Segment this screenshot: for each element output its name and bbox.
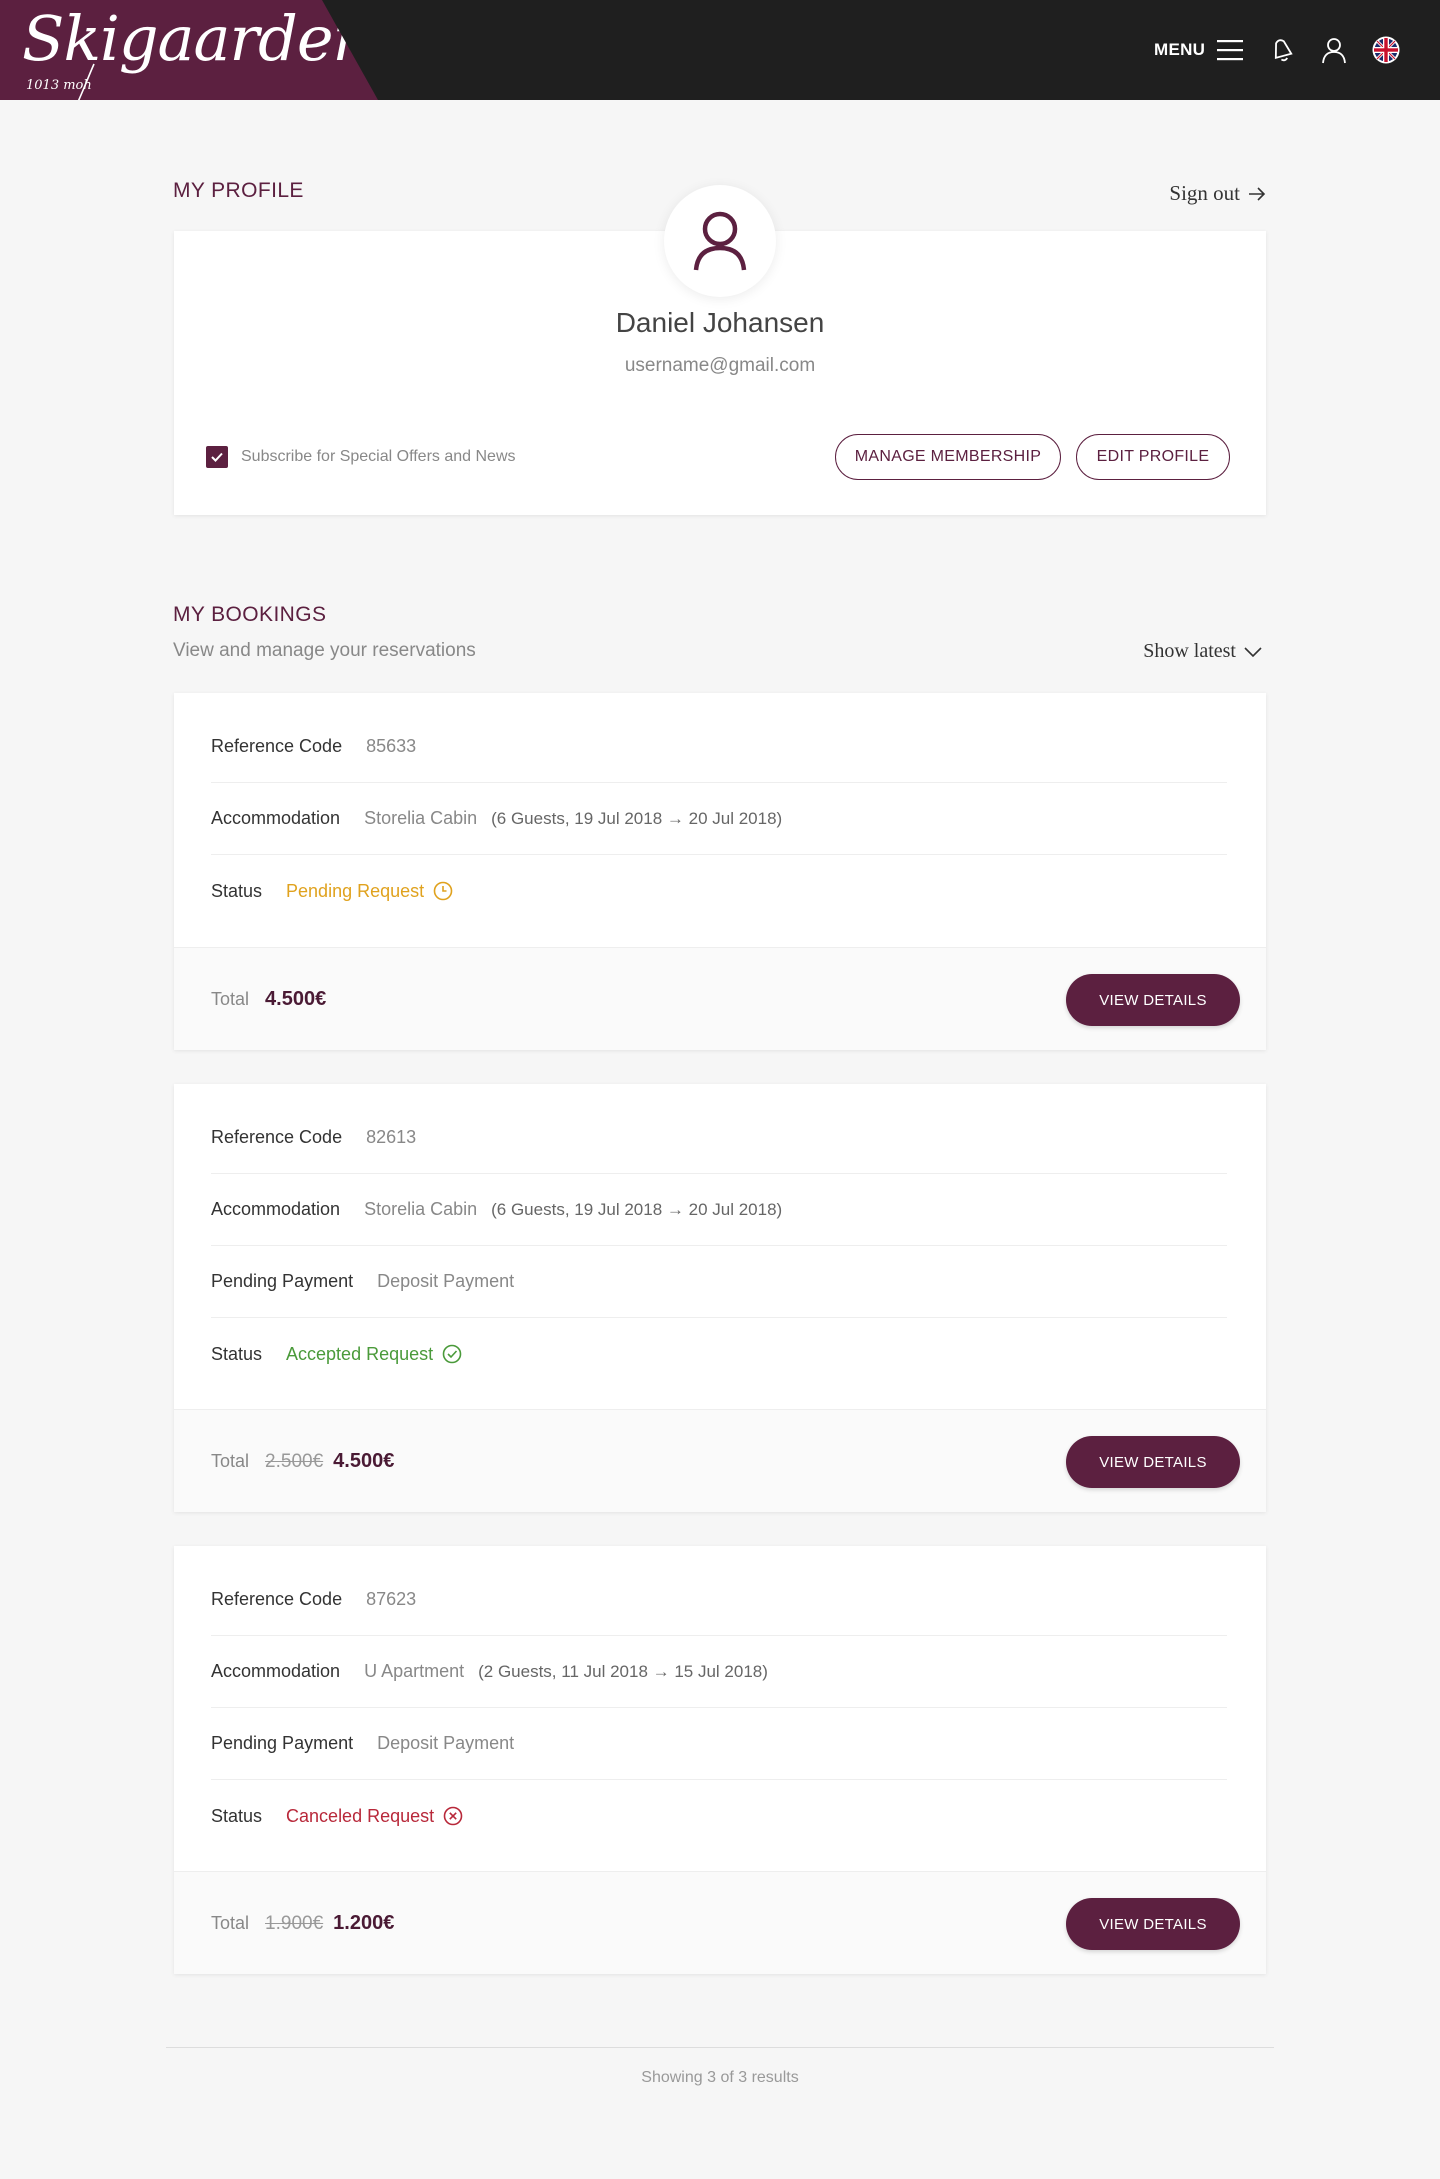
status-label: Status: [211, 1343, 263, 1364]
accommodation-row: Accommodation Storelia Cabin (6 Guests, …: [211, 1174, 1227, 1246]
total: Total 1.900€ 1.200€: [211, 1872, 394, 1975]
accommodation-row: Accommodation Storelia Cabin (6 Guests, …: [211, 783, 1227, 855]
pending-payment-label: Pending Payment: [211, 1733, 354, 1753]
menu-icon: [1217, 40, 1244, 61]
sort-label: Show latest: [1143, 640, 1236, 662]
brand-panel[interactable]: Skigaarden 1013 moh: [0, 0, 378, 100]
arrow-right-icon: [1249, 186, 1266, 201]
reference-label: Reference Code: [211, 1127, 343, 1147]
checkbox-checked[interactable]: [206, 446, 228, 468]
total: Total 4.500€: [211, 948, 326, 1051]
view-details-button[interactable]: VIEW DETAILS: [1066, 1898, 1240, 1950]
status-text: Canceled Request: [286, 1805, 435, 1826]
status-row: Status Pending Request: [211, 855, 1227, 927]
subscribe-checkbox[interactable]: Subscribe for Special Offers and News: [206, 446, 516, 468]
total-price: 4.500€: [265, 988, 327, 1010]
bookings-subtitle: View and manage your reservations: [173, 640, 476, 661]
booking-footer: Total 4.500€ VIEW DETAILS: [174, 947, 1266, 1050]
reference-row: Reference Code 85633: [211, 711, 1227, 783]
manage-membership-button[interactable]: MANAGE MEMBERSHIP: [835, 434, 1061, 480]
menu-label: MENU: [1154, 40, 1206, 59]
accommodation-details: (2 Guests, 11 Jul 2018 → 15 Jul 2018): [478, 1661, 768, 1681]
top-header: Skigaarden 1013 moh MENU: [0, 0, 1440, 100]
reference-label: Reference Code: [211, 736, 343, 756]
logo-tagline: 1013 moh: [26, 78, 92, 93]
original-price: 2.500€: [265, 1450, 324, 1472]
status-value: Pending Request: [286, 881, 453, 902]
pagination-summary: Showing 3 of 3 results: [641, 2069, 799, 2086]
subscribe-label: Subscribe for Special Offers and News: [241, 448, 516, 465]
status-label: Status: [211, 1805, 263, 1826]
notifications-button[interactable]: [1266, 34, 1298, 66]
status-label: Status: [211, 880, 263, 901]
menu-button[interactable]: MENU: [1154, 36, 1244, 64]
avatar: [664, 185, 776, 297]
bell-icon: [1274, 39, 1293, 62]
sign-out-label: Sign out: [1169, 181, 1240, 205]
pending-payment-row: Pending Payment Deposit Payment: [211, 1246, 1227, 1318]
clock-icon: [433, 881, 453, 901]
original-price: 1.900€: [265, 1912, 324, 1934]
status-text: Accepted Request: [286, 1343, 434, 1364]
accommodation-value: U Apartment: [364, 1661, 465, 1681]
booking-footer: Total 1.900€ 1.200€ VIEW DETAILS: [174, 1871, 1266, 1974]
user-avatar-icon: [693, 211, 747, 271]
status-text: Pending Request: [286, 880, 425, 901]
language-button[interactable]: [1370, 34, 1402, 66]
accommodation-row: Accommodation U Apartment (2 Guests, 11 …: [211, 1636, 1227, 1708]
booking-card: Reference Code 87623 Accommodation U Apa…: [174, 1546, 1266, 1974]
reference-value: 87623: [366, 1589, 417, 1609]
accommodation-value: Storelia Cabin: [364, 808, 478, 828]
booking-card: Reference Code 85633 Accommodation Store…: [174, 693, 1266, 1050]
total-price: 1.200€: [333, 1912, 395, 1934]
profile-section-title: MY PROFILE: [173, 179, 304, 202]
reference-value: 85633: [366, 736, 417, 756]
booking-footer: Total 2.500€ 4.500€ VIEW DETAILS: [174, 1409, 1266, 1512]
status-value: Accepted Request: [286, 1344, 462, 1365]
user-icon: [1322, 38, 1346, 64]
reference-value: 82613: [366, 1127, 417, 1147]
total-price: 4.500€: [333, 1450, 395, 1472]
view-details-button[interactable]: VIEW DETAILS: [1066, 1436, 1240, 1488]
status-value: Canceled Request: [286, 1806, 463, 1827]
accommodation-value: Storelia Cabin: [364, 1199, 478, 1219]
status-row: Status Accepted Request: [211, 1318, 1227, 1390]
accommodation-details: (6 Guests, 19 Jul 2018 → 20 Jul 2018): [491, 1199, 783, 1219]
account-button[interactable]: [1318, 34, 1350, 66]
reference-row: Reference Code 87623: [211, 1564, 1227, 1636]
total: Total 2.500€ 4.500€: [211, 1410, 394, 1513]
reference-row: Reference Code 82613: [211, 1102, 1227, 1174]
pending-payment-row: Pending Payment Deposit Payment: [211, 1708, 1227, 1780]
accommodation-label: Accommodation: [211, 1199, 341, 1219]
total-label: Total: [211, 1451, 250, 1471]
reference-label: Reference Code: [211, 1589, 343, 1609]
status-row: Status Canceled Request: [211, 1780, 1227, 1852]
profile-name: Daniel Johansen: [615, 307, 825, 338]
profile-email: username@gmail.com: [624, 355, 816, 376]
total-label: Total: [211, 989, 250, 1009]
view-details-button[interactable]: VIEW DETAILS: [1066, 974, 1240, 1026]
x-circle-icon: [443, 1806, 463, 1826]
logo-swash-icon: [61, 63, 95, 100]
pagination-divider: [166, 2047, 1274, 2048]
pending-payment-value: Deposit Payment: [377, 1733, 515, 1753]
pending-payment-label: Pending Payment: [211, 1271, 354, 1291]
edit-profile-button[interactable]: EDIT PROFILE: [1076, 434, 1230, 480]
accommodation-details: (6 Guests, 19 Jul 2018 → 20 Jul 2018): [491, 808, 783, 828]
accommodation-label: Accommodation: [211, 808, 341, 828]
checkmark-icon: [211, 452, 223, 462]
bookings-section-title: MY BOOKINGS: [173, 603, 327, 626]
accommodation-label: Accommodation: [211, 1661, 341, 1681]
sort-dropdown[interactable]: Show latest: [1143, 640, 1262, 663]
uk-flag-icon: [1372, 36, 1400, 64]
booking-card: Reference Code 82613 Accommodation Store…: [174, 1084, 1266, 1512]
chevron-down-icon: [1244, 646, 1262, 657]
check-circle-icon: [442, 1344, 462, 1364]
pending-payment-value: Deposit Payment: [377, 1271, 515, 1291]
sign-out-link[interactable]: Sign out: [1169, 181, 1266, 206]
total-label: Total: [211, 1913, 250, 1933]
